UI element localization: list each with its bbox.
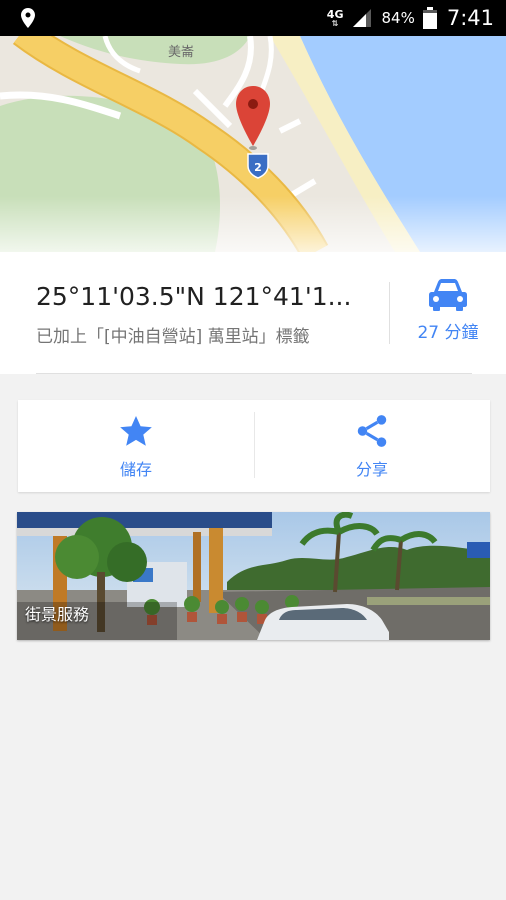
star-icon — [120, 415, 152, 446]
clock: 7:41 — [446, 6, 494, 30]
directions-button[interactable]: 27 分鐘 — [400, 278, 496, 343]
coordinates-title: 25°11'03.5"N 121°41'1... — [36, 282, 352, 311]
share-icon — [357, 415, 387, 447]
divider — [36, 373, 472, 374]
place-tag-text: 已加上「[中油自營站] 萬里站」標籤 — [36, 327, 310, 347]
data-arrows-icon: ⇅ — [331, 18, 339, 28]
divider — [389, 282, 390, 344]
map-view[interactable]: 2 美崙 — [0, 36, 506, 252]
save-label: 儲存 — [119, 460, 152, 479]
network-indicator: 4G ⇅ — [327, 9, 344, 28]
car-icon — [429, 279, 467, 311]
action-bar: 儲存 分享 — [18, 400, 490, 492]
signal-icon — [353, 9, 372, 27]
share-label: 分享 — [355, 460, 388, 479]
street-view-thumbnail[interactable]: 街景服務 — [17, 512, 490, 640]
network-type: 4G — [326, 7, 344, 21]
status-bar: 4G ⇅ 84% 7:41 — [0, 0, 506, 36]
map-place-label: 美崙 — [168, 45, 194, 60]
drive-duration: 27 分鐘 — [417, 323, 479, 343]
save-button[interactable]: 儲存 — [18, 400, 254, 492]
place-info-card[interactable]: 25°11'03.5"N 121°41'1... 已加上「[中油自營站] 萬里站… — [0, 252, 506, 374]
share-button[interactable]: 分享 — [254, 400, 490, 492]
battery-icon — [422, 7, 437, 29]
route-shield: 2 — [247, 153, 269, 179]
route-number: 2 — [254, 161, 262, 174]
battery-percent: 84% — [381, 9, 415, 27]
street-view-label: 街景服務 — [25, 605, 90, 624]
location-icon — [21, 8, 35, 28]
